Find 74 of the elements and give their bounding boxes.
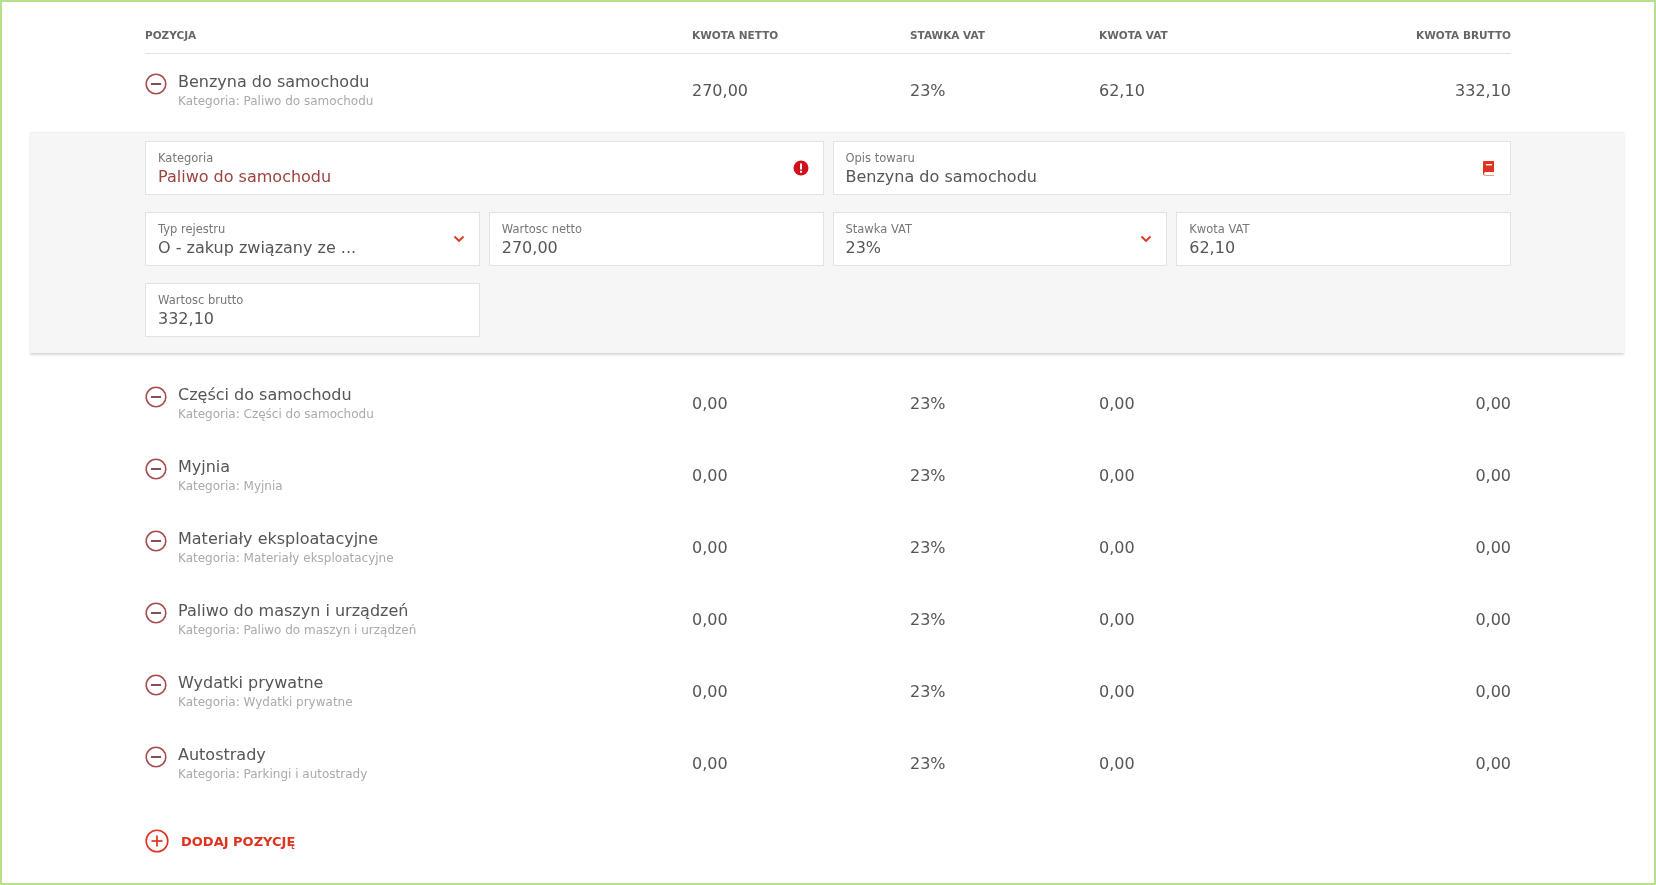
item-category: Kategoria: Parkingi i autostrady	[178, 767, 368, 781]
vat-rate: 23%	[910, 537, 947, 557]
gross-amount: 332,10	[1455, 80, 1511, 100]
net-amount: 0,00	[692, 537, 729, 557]
input-field[interactable]: Opis towaru Benzyna do samochodu	[832, 141, 1511, 195]
vat-amount: 62,10	[1099, 80, 1146, 100]
gross-amount: 0,00	[1475, 537, 1511, 557]
vat-amount: 0,00	[1099, 537, 1136, 557]
chevron-down-icon	[452, 235, 465, 243]
item-name: Materiały eksploatacyjne	[178, 529, 380, 548]
minus-circle-icon	[145, 458, 167, 480]
remove-item-button[interactable]	[145, 746, 167, 768]
vat-rate: 23%	[910, 609, 947, 629]
remove-item-button[interactable]	[145, 530, 167, 552]
vat-amount: 0,00	[1099, 465, 1136, 485]
vat-amount: 0,00	[1099, 753, 1136, 773]
net-amount: 0,00	[692, 609, 729, 629]
vat-amount-header: KWOTA VAT	[1099, 28, 1169, 41]
vat-amount: 0,00	[1099, 393, 1136, 413]
input-field[interactable]: Wartosc brutto 332,10	[145, 283, 480, 337]
input-field[interactable]: Wartosc netto 270,00	[488, 212, 824, 266]
add-item-button[interactable]: DODAJ POZYCJĘ	[145, 829, 296, 853]
vat-amount: 0,00	[1099, 609, 1136, 629]
item-category: Kategoria: Materiały eksploatacyjne	[178, 551, 394, 565]
net-amount: 0,00	[692, 681, 729, 701]
input-field[interactable]: Kwota VAT 62,10	[1176, 212, 1511, 266]
net-amount-header: KWOTA NETTO	[692, 28, 780, 41]
net-amount: 270,00	[692, 80, 749, 100]
gross-amount: 0,00	[1475, 465, 1511, 485]
vat-rate: 23%	[910, 465, 947, 485]
remove-item-button[interactable]	[145, 73, 167, 95]
vat-rate: 23%	[910, 393, 947, 413]
vat-rate: 23%	[910, 681, 947, 701]
gross-amount: 0,00	[1475, 393, 1511, 413]
net-amount: 0,00	[692, 465, 729, 485]
gross-amount: 0,00	[1475, 609, 1511, 629]
book-icon[interactable]	[1482, 160, 1496, 176]
item-name: Paliwo do maszyn i urządzeń	[178, 601, 410, 620]
minus-circle-icon	[145, 386, 167, 408]
vat-amount: 0,00	[1099, 681, 1136, 701]
vat-rate: 23%	[910, 753, 947, 773]
vat-rate: 23%	[910, 80, 947, 100]
dropdown-field[interactable]: Typ rejestru O - zakup związany ze ...	[145, 212, 480, 266]
item-category: Kategoria: Myjnia	[178, 479, 283, 493]
item-name: Benzyna do samochodu	[178, 72, 371, 91]
net-amount: 0,00	[692, 753, 729, 773]
item-name: Autostrady	[178, 745, 267, 764]
item-category: Kategoria: Części do samochodu	[178, 407, 374, 421]
minus-circle-icon	[145, 73, 167, 95]
remove-item-button[interactable]	[145, 674, 167, 696]
item-name: Myjnia	[178, 457, 232, 476]
net-amount: 0,00	[692, 393, 729, 413]
gross-amount-header: KWOTA BRUTTO	[1416, 28, 1511, 41]
item-name: Wydatki prywatne	[178, 673, 325, 692]
gross-amount: 0,00	[1475, 753, 1511, 773]
item-category: Kategoria: Paliwo do maszyn i urządzeń	[178, 623, 417, 637]
item-name: Części do samochodu	[178, 385, 353, 404]
item-category: Kategoria: Wydatki prywatne	[178, 695, 353, 709]
remove-item-button[interactable]	[145, 602, 167, 624]
minus-circle-icon	[145, 674, 167, 696]
input-field[interactable]: Kategoria Paliwo do samochodu	[145, 141, 824, 195]
gross-amount: 0,00	[1475, 681, 1511, 701]
dropdown-field[interactable]: Stawka VAT 23%	[832, 212, 1168, 266]
vat-rate-header: STAWKA VAT	[910, 28, 986, 41]
item-category: Kategoria: Paliwo do samochodu	[178, 94, 374, 108]
minus-circle-icon	[145, 530, 167, 552]
remove-item-button[interactable]	[145, 458, 167, 480]
minus-circle-icon	[145, 602, 167, 624]
chevron-down-icon	[1140, 235, 1153, 243]
position-header: POZYCJA	[145, 28, 198, 41]
error-icon	[792, 160, 809, 176]
plus-circle-icon	[145, 829, 169, 853]
remove-item-button[interactable]	[145, 386, 167, 408]
minus-circle-icon	[145, 746, 167, 768]
